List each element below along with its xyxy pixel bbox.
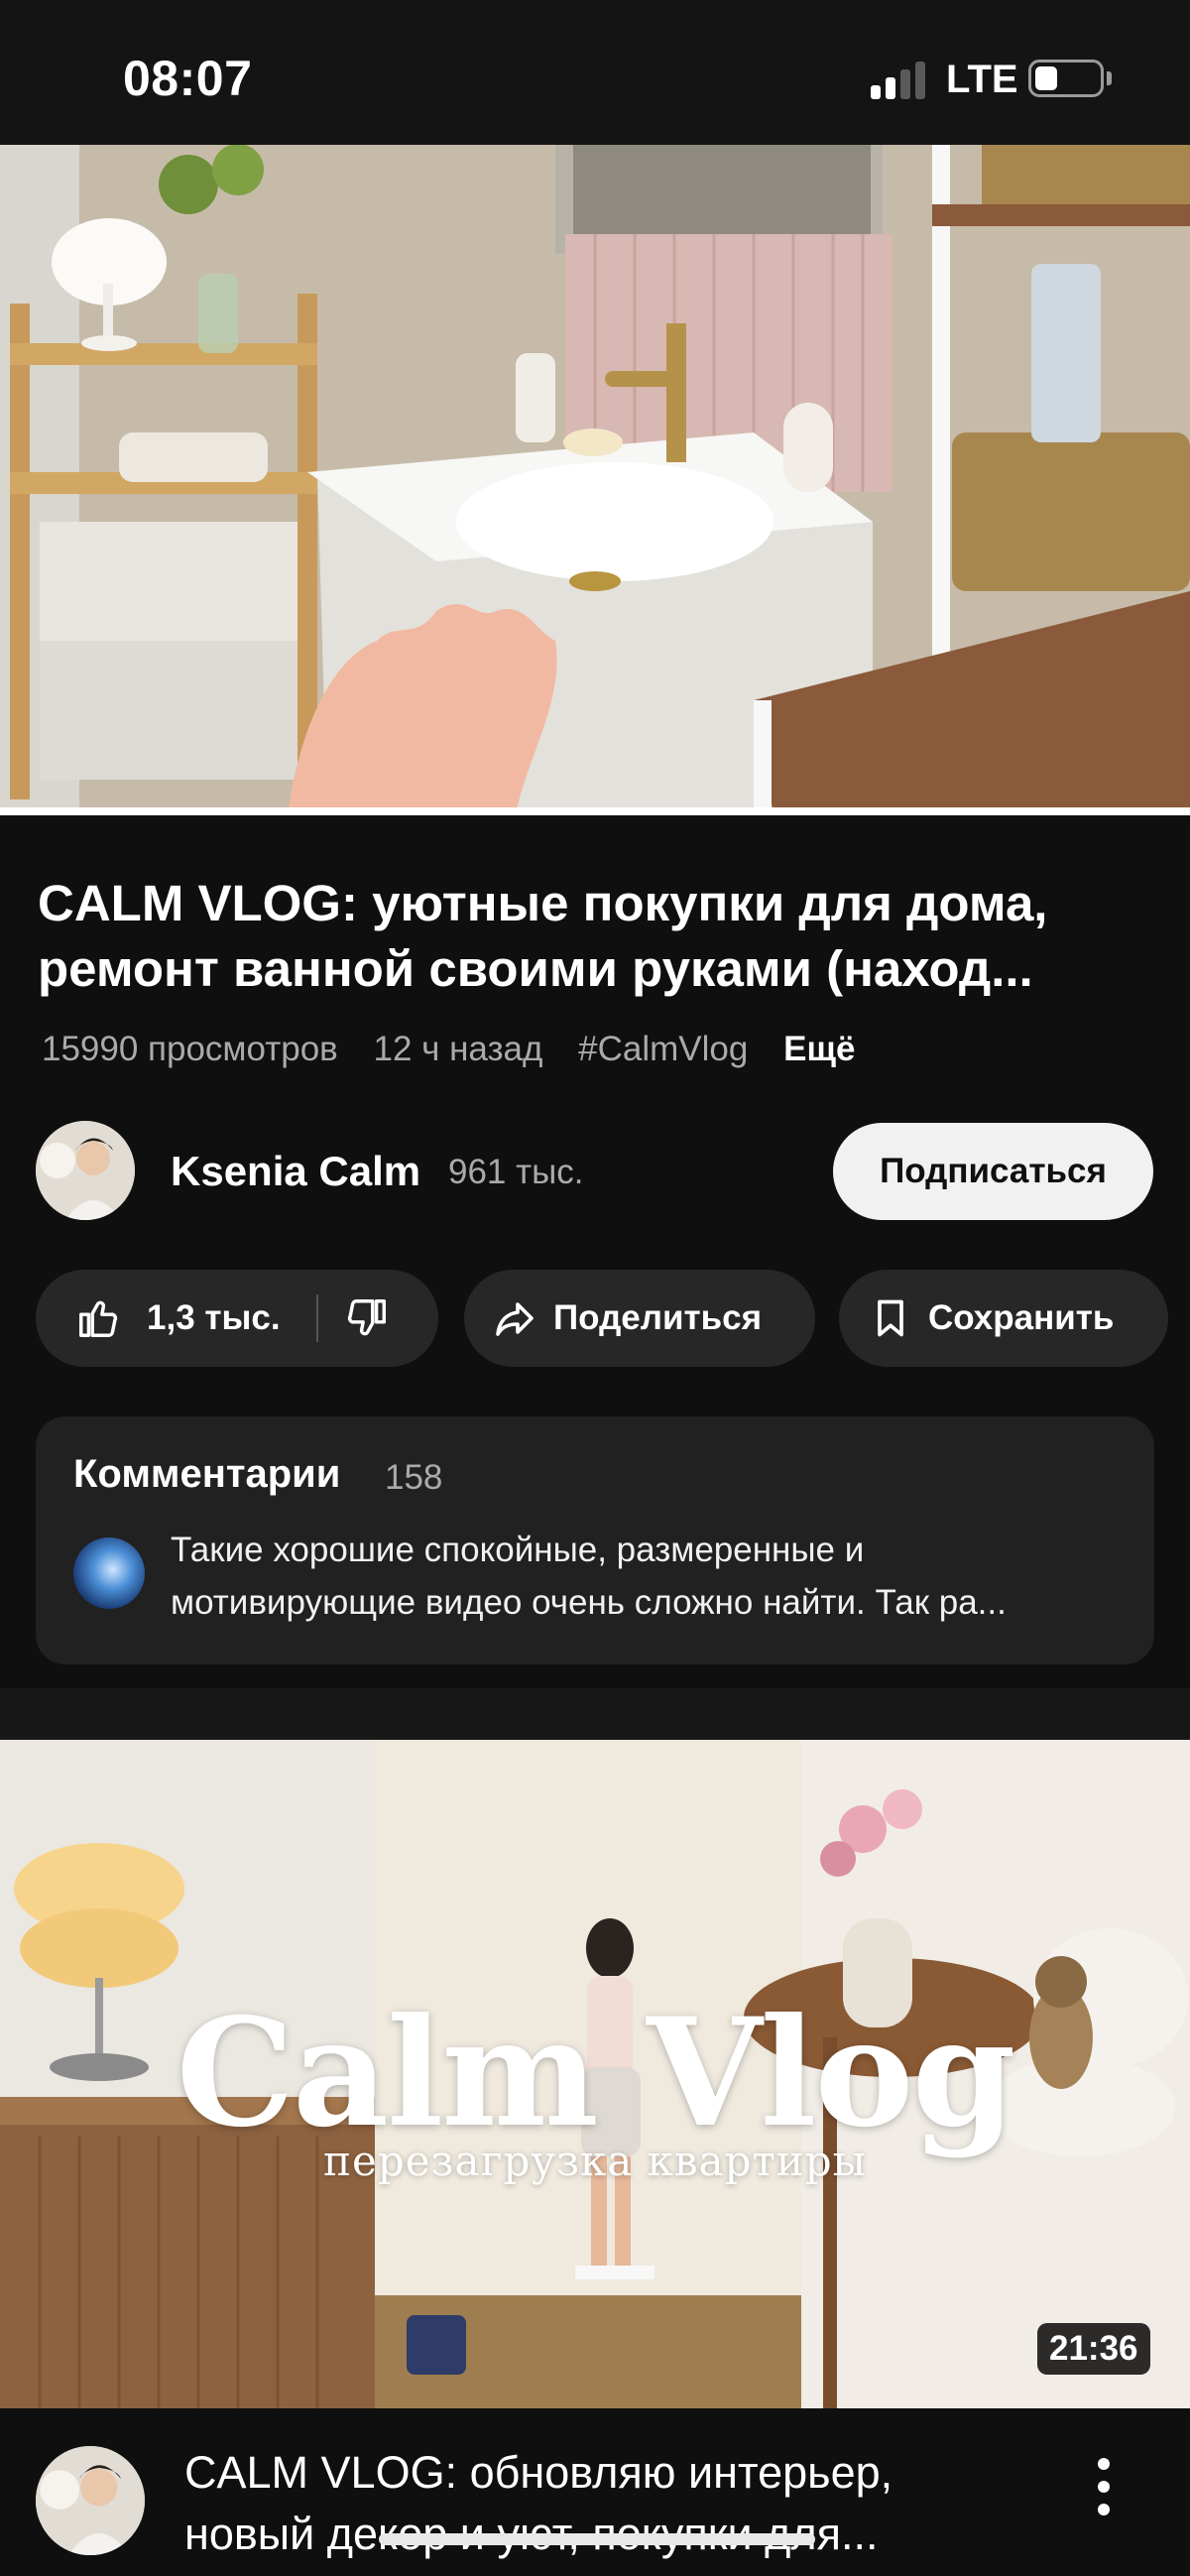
signal-strength-icon bbox=[871, 60, 930, 99]
recommended-title-line-1: CALM VLOG: обновляю интерьер, bbox=[184, 2447, 893, 2498]
thumbs-up-icon[interactable] bbox=[75, 1295, 121, 1341]
comments-count: 158 bbox=[385, 1458, 443, 1497]
avatar-image bbox=[36, 2446, 145, 2555]
network-type: LTE bbox=[946, 58, 1018, 101]
top-comment: Такие хорошие спокойные, размеренные и м… bbox=[171, 1524, 1123, 1629]
thumbs-down-icon[interactable] bbox=[344, 1295, 390, 1341]
thumbnail-subtitle: перезагрузка квартиры bbox=[322, 2137, 868, 2185]
video-title[interactable]: CALM VLOG: уютные покупки для дома, ремо… bbox=[38, 871, 1158, 1002]
share-button[interactable]: Поделиться bbox=[464, 1270, 815, 1367]
share-label: Поделиться bbox=[553, 1298, 763, 1337]
battery-tip bbox=[1107, 71, 1112, 85]
video-frame bbox=[0, 145, 1190, 815]
status-bar: 08:07 LTE bbox=[0, 0, 1190, 145]
status-time: 08:07 bbox=[123, 51, 253, 106]
commenter-avatar bbox=[73, 1537, 145, 1609]
channel-name[interactable]: Ksenia Calm bbox=[171, 1148, 420, 1195]
duration-badge: 21:36 bbox=[1037, 2323, 1150, 2375]
share-arrow-icon bbox=[496, 1302, 534, 1336]
more-description-link[interactable]: Ещё bbox=[783, 1030, 855, 1068]
subscribe-button[interactable]: Подписаться bbox=[833, 1123, 1153, 1220]
upload-age: 12 ч назад bbox=[373, 1030, 543, 1068]
battery-icon bbox=[1028, 60, 1104, 97]
recommended-thumbnail[interactable]: Calm Vlog перезагрузка квартиры 21:36 bbox=[0, 1740, 1190, 2408]
top-comment-line-1: Такие хорошие спокойные, размеренные и bbox=[171, 1531, 865, 1569]
comments-title: Комментарии bbox=[73, 1452, 341, 1496]
save-button[interactable]: Сохранить bbox=[839, 1270, 1168, 1367]
avatar-image bbox=[36, 1121, 135, 1220]
hashtag-link[interactable]: #CalmVlog bbox=[578, 1030, 748, 1068]
view-count: 15990 просмотров bbox=[42, 1030, 338, 1068]
like-divider bbox=[315, 1294, 318, 1342]
thumbnail-title: Calm Vlog bbox=[176, 1986, 1016, 2160]
more-vertical-icon[interactable] bbox=[1087, 2456, 1123, 2517]
home-indicator bbox=[379, 2533, 815, 2545]
like-dislike-pill: 1,3 тыс. bbox=[36, 1270, 438, 1367]
recommended-video-title[interactable]: CALM VLOG: обновляю интерьер, новый деко… bbox=[184, 2442, 1027, 2565]
recommended-channel-avatar[interactable] bbox=[36, 2446, 145, 2555]
comments-card[interactable]: Комментарии 158 Такие хорошие спокойные,… bbox=[36, 1416, 1154, 1664]
section-divider bbox=[0, 1688, 1190, 1740]
video-player[interactable] bbox=[0, 145, 1190, 815]
like-count[interactable]: 1,3 тыс. bbox=[147, 1298, 281, 1338]
video-title-line-1: CALM VLOG: уютные покупки для дома, bbox=[38, 875, 1048, 931]
video-meta[interactable]: 15990 просмотров 12 ч назад #CalmVlog Ещ… bbox=[42, 1030, 881, 1069]
save-label: Сохранить bbox=[928, 1298, 1115, 1337]
video-title-line-2: ремонт ванной своими руками (наход... bbox=[38, 940, 1033, 997]
video-progress-bar[interactable] bbox=[0, 807, 1190, 815]
subscriber-count: 961 тыс. bbox=[448, 1153, 584, 1191]
bookmark-icon bbox=[878, 1299, 903, 1337]
top-comment-line-2: мотивирующие видео очень сложно найти. Т… bbox=[171, 1583, 1007, 1622]
channel-avatar[interactable] bbox=[36, 1121, 135, 1220]
